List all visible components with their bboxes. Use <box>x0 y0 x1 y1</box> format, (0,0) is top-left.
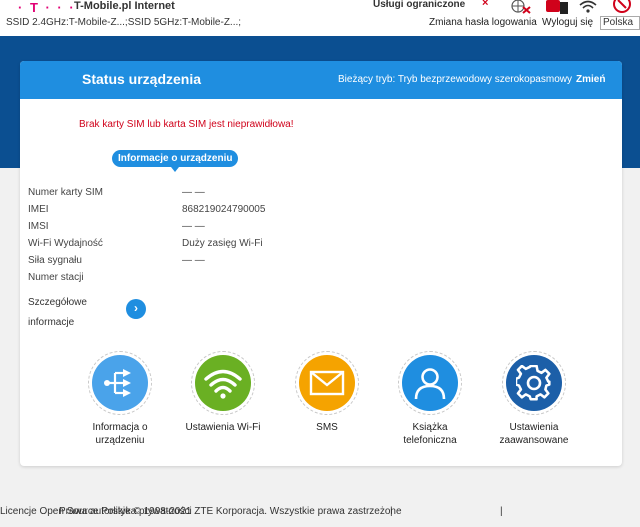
info-value: — — <box>182 221 205 232</box>
tile-circle <box>295 351 359 415</box>
tile-label: SMS <box>282 421 372 434</box>
info-value: 868219024790005 <box>182 204 266 215</box>
info-label: Siła sygnału <box>28 255 82 266</box>
info-row-wifi-performance: Wi-Fi Wydajność Duży zasięg Wi-Fi <box>28 238 328 252</box>
details-arrow-button[interactable]: › <box>126 299 146 319</box>
tile-circle <box>88 351 152 415</box>
tile-circle <box>191 351 255 415</box>
info-value: — — <box>182 255 205 266</box>
tile-advanced-settings[interactable]: Ustawienia zaawansowane <box>489 351 579 447</box>
tile-circle-inner <box>299 355 355 411</box>
footer-separator: | <box>500 506 503 517</box>
card-header: Status urządzenia Bieżący tryb: Tryb bez… <box>20 61 622 99</box>
tile-label: Ustawienia zaawansowane <box>489 421 579 447</box>
tile-circle <box>502 351 566 415</box>
tile-wifi-settings[interactable]: Ustawienia Wi-Fi <box>178 351 268 434</box>
info-value: Duży zasięg Wi-Fi <box>182 238 263 249</box>
tile-phonebook[interactable]: Książka telefoniczna <box>385 351 475 447</box>
tile-sms[interactable]: SMS <box>282 351 372 434</box>
envelope-icon <box>309 370 345 396</box>
sim-icon <box>546 0 568 14</box>
tile-label: Ustawienia Wi-Fi <box>178 421 268 434</box>
tile-label-line1: Ustawienia Wi-Fi <box>185 422 261 433</box>
network-icon <box>104 369 131 397</box>
tile-device-info[interactable]: Informacja o urządzeniu <box>75 351 165 447</box>
details-label: Szczegółowe informacje <box>28 293 108 333</box>
info-label: Wi-Fi Wydajność <box>28 238 103 249</box>
wifi-icon <box>204 369 242 399</box>
page-title: Status urządzenia <box>82 71 202 87</box>
sim-error-message: Brak karty SIM lub karta SIM jest niepra… <box>79 119 294 130</box>
language-select[interactable]: Polska <box>600 16 640 30</box>
details-label-line1: Szczegółowe <box>28 297 87 308</box>
tile-label-line2: telefoniczna <box>403 435 457 446</box>
tile-label-line2: urządzeniu <box>95 435 145 446</box>
info-row-imsi: IMSI — — <box>28 221 328 235</box>
info-row-sim-number: Numer karty SIM — — <box>28 187 328 201</box>
close-icon: × <box>482 0 489 9</box>
tile-circle-inner <box>195 355 251 411</box>
wifi-status-icon <box>579 0 597 13</box>
info-row-signal-strength: Siła sygnału — — <box>28 255 328 269</box>
info-label: Numer karty SIM <box>28 187 104 198</box>
ssid-info: SSID 2.4GHz:T-Mobile-Z...;SSID 5GHz:T-Mo… <box>6 17 242 28</box>
details-label-line2: informacje <box>28 317 75 328</box>
info-row-imei: IMEI 868219024790005 <box>28 204 328 218</box>
current-mode: Bieżący tryb: Tryb bezprzewodowy szeroko… <box>338 74 572 85</box>
footer-separator: | <box>390 506 393 517</box>
tile-label-line1: Informacja o <box>92 422 148 433</box>
footer-copyright: Prawa autorskie © 1998-2021 ZTE Korporac… <box>59 506 402 517</box>
tile-circle-inner <box>506 355 562 411</box>
info-label: IMSI <box>28 221 49 232</box>
services-status: Usługi ograniczone <box>373 0 466 10</box>
tile-circle <box>398 351 462 415</box>
tile-label: Informacja o urządzeniu <box>75 421 165 447</box>
brand-logo: · T · · · <box>18 0 76 15</box>
info-label: IMEI <box>28 204 49 215</box>
info-value: — — <box>182 187 205 198</box>
tile-label: Książka telefoniczna <box>385 421 475 447</box>
info-row-station-number: Numer stacji <box>28 272 328 286</box>
top-bar: · T · · · T-Mobile.pl Internet SSID 2.4G… <box>0 0 640 36</box>
change-password-link[interactable]: Zmiana hasła logowania <box>429 17 537 28</box>
tile-label-line1: SMS <box>316 422 338 433</box>
section-device-info: Informacje o urządzeniu <box>112 150 239 172</box>
battery-warning-icon <box>613 0 631 13</box>
tile-label-line1: Książka <box>412 422 448 433</box>
brand-name: T-Mobile.pl Internet <box>74 0 175 12</box>
tile-label-line1: Ustawienia <box>509 422 559 433</box>
person-icon <box>414 368 446 400</box>
tile-circle-inner <box>402 355 458 411</box>
gear-icon <box>516 365 551 401</box>
device-status-card: Status urządzenia Bieżący tryb: Tryb bez… <box>20 61 622 466</box>
network-blocked-icon <box>511 0 531 14</box>
change-mode-link[interactable]: Zmień <box>576 74 605 85</box>
info-label: Numer stacji <box>28 272 84 283</box>
footer: Prawa autorskie © 1998-2021 ZTE Korporac… <box>0 506 640 517</box>
logout-link[interactable]: Wyloguj się <box>542 17 593 28</box>
tile-label-line2: zaawansowane <box>499 435 569 446</box>
tile-circle-inner <box>92 355 148 411</box>
